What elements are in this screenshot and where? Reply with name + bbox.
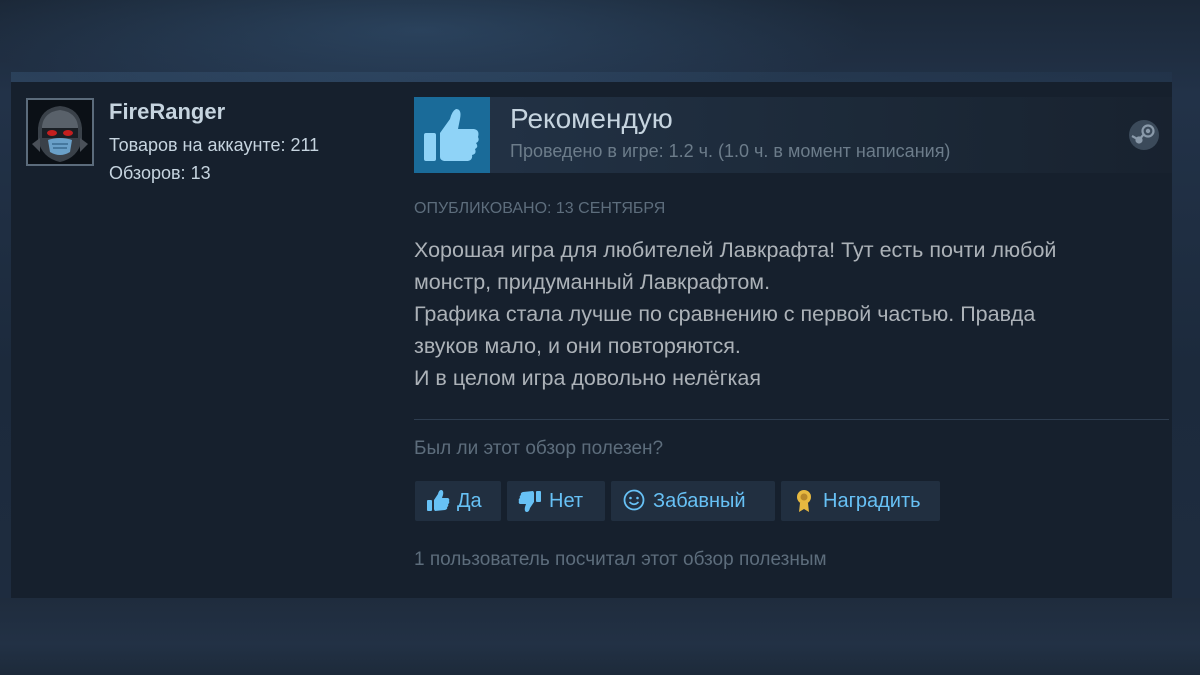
divider (414, 419, 1169, 420)
author-products-count[interactable]: Товаров на аккаунте: 211 (109, 135, 319, 156)
author-name[interactable]: FireRanger (109, 99, 225, 125)
helpful-question: Был ли этот обзор полезен? (414, 438, 664, 459)
award-button[interactable]: Наградить (781, 481, 940, 521)
smiley-icon (623, 489, 645, 511)
bottom-band (0, 598, 1200, 675)
avatar[interactable] (26, 98, 94, 166)
ninja-avatar-icon (28, 100, 92, 164)
review-line: Хорошая игра для любителей Лавкрафта! Ту… (414, 238, 1057, 262)
author-reviews-count[interactable]: Обзоров: 13 (109, 163, 211, 184)
thumbs-down-icon (518, 491, 541, 512)
vote-funny-button[interactable]: Забавный (611, 481, 775, 521)
posted-date: Опубликовано: 13 сентября (414, 200, 666, 217)
vote-no-button[interactable]: Нет (507, 481, 605, 521)
award-label: Наградить (823, 489, 921, 512)
review-line: монстр, придуманный Лавкрафтом. (414, 270, 771, 294)
playtime-hours: Проведено в игре: 1.2 ч. (1.0 ч. в момен… (510, 141, 951, 161)
review-body: Хорошая игра для любителей Лавкрафта! Ту… (414, 234, 1172, 394)
vote-no-label: Нет (549, 489, 584, 512)
thumbs-up-icon (424, 109, 479, 161)
vote-yes-label: Да (457, 489, 482, 512)
recommendation-header: Рекомендую Проведено в игре: 1.2 ч. (1.0… (414, 97, 1172, 173)
thumbs-up-icon (427, 490, 450, 511)
award-medal-icon (797, 490, 811, 512)
helpful-count: 1 пользователь посчитал этот обзор полез… (414, 549, 827, 570)
review-line: звуков мало, и они повторяются. (414, 334, 741, 358)
recommendation-label: Рекомендую (510, 103, 673, 134)
review-line: И в целом игра довольно нелёгкая (414, 366, 762, 390)
vote-yes-button[interactable]: Да (415, 481, 501, 521)
thumbs-up-badge (414, 97, 490, 173)
vote-funny-label: Забавный (653, 489, 746, 512)
review-card: FireRanger Товаров на аккаунте: 211 Обзо… (11, 82, 1172, 598)
card-top-strip (11, 72, 1172, 82)
steam-logo-icon (1129, 120, 1159, 150)
review-line: Графика стала лучше по сравнению с перво… (414, 302, 1036, 326)
